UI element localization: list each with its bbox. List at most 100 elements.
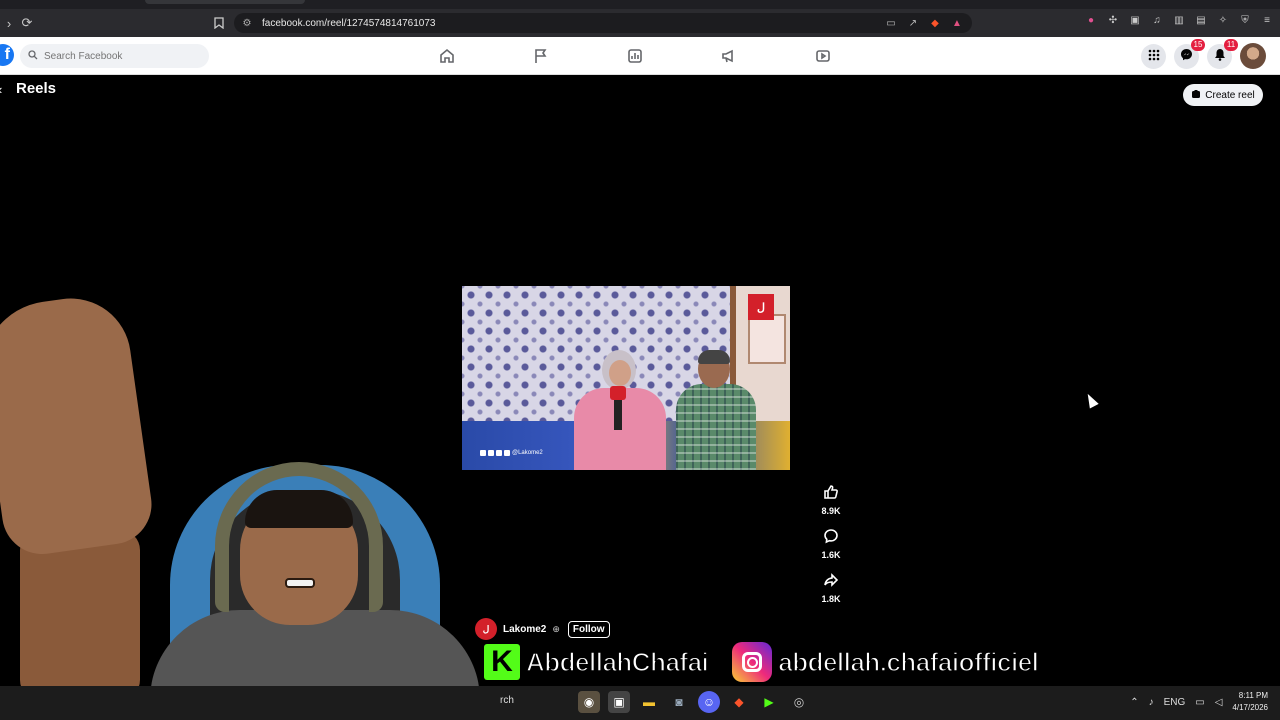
extensions-area: ● ✣ ▣ ♫ ▥ ▤ ✧ ⛨ ≡ bbox=[1084, 13, 1274, 27]
brave-shields-icon[interactable]: ◆ bbox=[928, 16, 942, 30]
share-page-icon[interactable]: ↗ bbox=[906, 16, 920, 30]
camera-icon[interactable]: ◙ bbox=[668, 691, 690, 713]
grid-menu-icon bbox=[1148, 49, 1160, 64]
nav-video[interactable] bbox=[776, 37, 870, 75]
streamer-hand bbox=[0, 290, 157, 560]
marketplace-icon bbox=[628, 49, 642, 63]
camera-plus-icon bbox=[1191, 89, 1201, 102]
folder-icon[interactable]: ▬ bbox=[638, 691, 660, 713]
home-icon bbox=[440, 48, 454, 63]
facebook-logo[interactable]: f bbox=[0, 44, 14, 66]
webcam-overlay bbox=[0, 290, 500, 710]
channel-name[interactable]: Lakome2 bbox=[503, 624, 546, 635]
kick-icon: K bbox=[484, 644, 520, 680]
brave-icon[interactable]: ◆ bbox=[728, 691, 750, 713]
mouse-cursor-icon bbox=[1083, 391, 1099, 409]
messenger-button[interactable]: 15 bbox=[1174, 38, 1205, 69]
flag-icon bbox=[535, 49, 547, 63]
megaphone-icon bbox=[722, 49, 733, 63]
share-count: 1.8K bbox=[821, 594, 841, 604]
bookmark-icon[interactable] bbox=[210, 14, 228, 32]
comment-icon bbox=[824, 529, 838, 544]
man-figure bbox=[674, 350, 758, 470]
nav-home[interactable] bbox=[400, 37, 494, 75]
reel-actions: 8.9K 1.6K 1.8K bbox=[818, 480, 844, 612]
network-icon[interactable]: ▭ bbox=[1195, 697, 1204, 708]
brave-rewards-icon[interactable]: ▲ bbox=[950, 16, 964, 30]
messenger-badge: 15 bbox=[1191, 38, 1205, 51]
main-nav bbox=[400, 37, 870, 75]
instagram-username: abdellah.chafaiofficiel bbox=[777, 646, 1039, 678]
wallet-icon[interactable]: ▤ bbox=[1194, 13, 1208, 27]
volume-icon[interactable]: ◁ bbox=[1215, 697, 1223, 708]
cast-icon[interactable]: ▭ bbox=[884, 16, 898, 30]
facebook-header: f Search Facebook 15 11 bbox=[0, 37, 1280, 75]
like-button[interactable]: 8.9K bbox=[818, 480, 844, 516]
media-icon[interactable]: ♫ bbox=[1150, 13, 1164, 27]
watermark-text: @Lakome2 bbox=[512, 450, 543, 456]
discord-icon[interactable]: ☺ bbox=[698, 691, 720, 713]
screenshot-icon[interactable]: ▣ bbox=[1128, 13, 1142, 27]
woman-figure bbox=[564, 350, 674, 470]
puzzle-icon[interactable]: ✣ bbox=[1106, 13, 1120, 27]
taskbar-app-widget[interactable]: ◉ bbox=[578, 691, 600, 713]
share-button[interactable]: 1.8K bbox=[818, 568, 844, 604]
create-reel-label: Create reel bbox=[1205, 89, 1255, 101]
site-settings-icon[interactable]: ⚙ bbox=[240, 16, 254, 30]
clock-time: 8:11 PM bbox=[1238, 691, 1268, 700]
taskbar-apps: ◉ ▣ ▬ ◙ ☺ ◆ ▶ ◎ bbox=[578, 691, 810, 713]
search-box[interactable] bbox=[20, 44, 209, 68]
extension-icon[interactable]: ● bbox=[1084, 13, 1098, 27]
taskbar-search[interactable]: rch bbox=[500, 695, 514, 706]
notifications-badge: 11 bbox=[1224, 38, 1238, 51]
address-bar[interactable]: ⚙ facebook.com/reel/1274574814761073 ▭ ↗… bbox=[234, 13, 972, 33]
comment-button[interactable]: 1.6K bbox=[818, 524, 844, 560]
sidebar-icon[interactable]: ▥ bbox=[1172, 13, 1186, 27]
url-text: facebook.com/reel/1274574814761073 bbox=[262, 17, 436, 29]
mic-icon[interactable]: ♪ bbox=[1149, 697, 1154, 708]
vpn-icon[interactable]: ⛨ bbox=[1238, 13, 1252, 27]
chevron-up-icon[interactable]: ⌃ bbox=[1130, 697, 1138, 708]
system-tray: ⌃ ♪ ENG ▭ ◁ 8:11 PM 4/17/2026 bbox=[1130, 690, 1268, 714]
reload-icon[interactable]: ⟳ bbox=[18, 14, 36, 32]
bell-icon bbox=[1214, 48, 1226, 64]
menu-icon[interactable]: ≡ bbox=[1260, 13, 1274, 27]
language-indicator[interactable]: ENG bbox=[1164, 697, 1186, 708]
page-title: Reels bbox=[16, 80, 57, 97]
video-icon bbox=[816, 50, 830, 62]
notifications-button[interactable]: 11 bbox=[1207, 38, 1238, 69]
recorder-icon[interactable]: ◎ bbox=[788, 691, 810, 713]
leo-icon[interactable]: ✧ bbox=[1216, 13, 1230, 27]
reel-video[interactable]: ل @Lakome2 bbox=[462, 286, 790, 470]
tab-strip bbox=[0, 0, 1280, 9]
search-icon bbox=[28, 49, 38, 63]
active-tab[interactable] bbox=[145, 0, 305, 4]
instagram-icon bbox=[732, 642, 773, 682]
like-icon bbox=[824, 485, 838, 499]
forward-icon[interactable]: › bbox=[0, 14, 18, 32]
clock-date: 4/17/2026 bbox=[1232, 703, 1268, 712]
back-arrow-icon[interactable]: ‹ bbox=[0, 82, 2, 97]
screen: › ⟳ ⚙ facebook.com/reel/1274574814761073… bbox=[0, 0, 1280, 720]
header-actions: 15 11 bbox=[1141, 38, 1266, 69]
nav-marketplace[interactable] bbox=[588, 37, 682, 75]
comment-count: 1.6K bbox=[821, 550, 841, 560]
social-banner: K AbdellahChafai abdellah.chafaiofficiel bbox=[484, 642, 1084, 682]
nav-pages[interactable] bbox=[494, 37, 588, 75]
nav-ads[interactable] bbox=[682, 37, 776, 75]
follow-button[interactable]: Follow bbox=[567, 620, 610, 638]
play-icon[interactable]: ▶ bbox=[758, 691, 780, 713]
like-count: 8.9K bbox=[821, 506, 841, 516]
windows-taskbar: rch ◉ ▣ ▬ ◙ ☺ ◆ ▶ ◎ ⌃ ♪ ENG ▭ ◁ 8:11 PM … bbox=[0, 686, 1280, 720]
clock[interactable]: 8:11 PM 4/17/2026 bbox=[1232, 690, 1268, 714]
share-icon bbox=[824, 573, 839, 587]
search-input[interactable] bbox=[44, 50, 194, 62]
globe-icon: ⊕ bbox=[552, 623, 560, 634]
menu-button[interactable] bbox=[1141, 43, 1166, 69]
profile-avatar[interactable] bbox=[1240, 43, 1266, 69]
create-reel-button[interactable]: Create reel bbox=[1183, 84, 1263, 106]
taskbar-app-task-view[interactable]: ▣ bbox=[608, 691, 630, 713]
messenger-icon bbox=[1180, 48, 1193, 64]
channel-logo: ل bbox=[748, 294, 774, 320]
browser-toolbar: › ⟳ ⚙ facebook.com/reel/1274574814761073… bbox=[0, 9, 1280, 37]
